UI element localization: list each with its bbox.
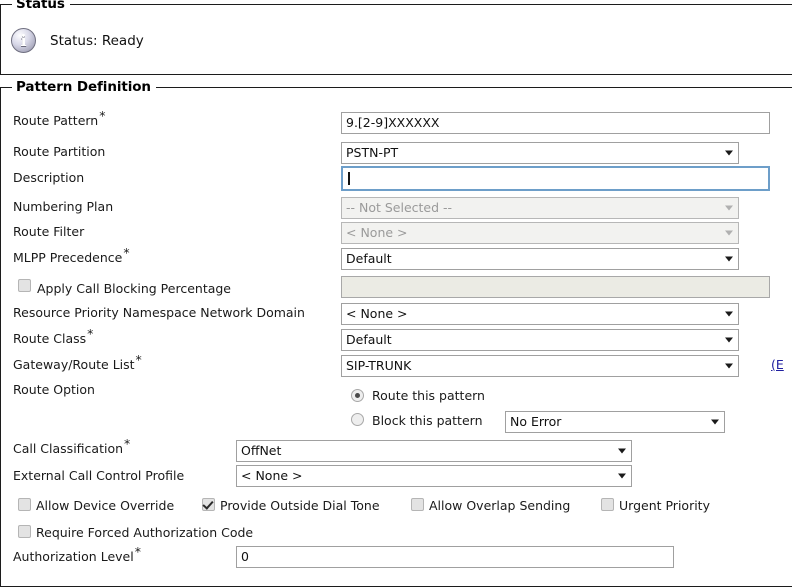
gateway-route-list-value: SIP-TRUNK bbox=[346, 358, 412, 373]
gateway-route-list-select[interactable]: SIP-TRUNK bbox=[341, 355, 739, 377]
info-icon: i bbox=[11, 28, 36, 53]
resource-priority-namespace-value: < None > bbox=[346, 306, 408, 321]
route-pattern-label: Route Pattern* bbox=[13, 107, 106, 128]
block-reason-value: No Error bbox=[510, 414, 562, 429]
require-forced-authorization-code-label: Require Forced Authorization Code bbox=[36, 525, 254, 540]
numbering-plan-value: -- Not Selected -- bbox=[346, 200, 453, 215]
route-pattern-input[interactable]: 9.[2-9]XXXXXX bbox=[341, 112, 770, 134]
chevron-down-icon bbox=[725, 337, 733, 343]
allow-device-override-label: Allow Device Override bbox=[36, 498, 175, 513]
allow-device-override-checkbox[interactable] bbox=[18, 498, 31, 511]
urgent-priority-checkbox[interactable] bbox=[601, 498, 614, 511]
numbering-plan-select[interactable]: -- Not Selected -- bbox=[341, 197, 739, 219]
route-filter-select[interactable]: < None > bbox=[341, 222, 739, 244]
apply-call-blocking-percentage-checkbox[interactable] bbox=[18, 279, 31, 292]
call-classification-label: Call Classification* bbox=[13, 435, 131, 456]
status-legend: Status bbox=[12, 0, 70, 12]
description-label: Description bbox=[13, 170, 85, 185]
allow-overlap-sending-label: Allow Overlap Sending bbox=[429, 498, 571, 513]
route-partition-label: Route Partition bbox=[13, 144, 106, 159]
required-marker: * bbox=[135, 351, 142, 367]
required-marker: * bbox=[99, 107, 106, 123]
required-marker: * bbox=[87, 325, 94, 341]
chevron-down-icon bbox=[725, 311, 733, 317]
urgent-priority-label: Urgent Priority bbox=[619, 498, 710, 513]
chevron-down-icon bbox=[725, 230, 733, 236]
route-class-label: Route Class* bbox=[13, 325, 94, 346]
chevron-down-icon bbox=[618, 448, 626, 454]
block-this-pattern-label: Block this pattern bbox=[372, 413, 483, 428]
call-classification-select[interactable]: OffNet bbox=[236, 440, 632, 462]
block-this-pattern-radio[interactable] bbox=[351, 413, 364, 426]
mlpp-precedence-label: MLPP Precedence* bbox=[13, 244, 130, 265]
route-option-label: Route Option bbox=[13, 382, 95, 397]
chevron-down-icon bbox=[725, 363, 733, 369]
required-marker: * bbox=[134, 543, 141, 559]
chevron-down-icon bbox=[725, 205, 733, 211]
status-section: Status i Status: Ready bbox=[0, 0, 792, 75]
pattern-definition-legend: Pattern Definition bbox=[12, 79, 156, 95]
description-input[interactable] bbox=[341, 166, 770, 191]
mlpp-precedence-value: Default bbox=[346, 251, 392, 266]
external-call-control-profile-label: External Call Control Profile bbox=[13, 468, 185, 483]
route-this-pattern-radio[interactable] bbox=[351, 389, 364, 402]
authorization-level-input[interactable]: 0 bbox=[236, 546, 674, 568]
route-filter-value: < None > bbox=[346, 225, 408, 240]
external-call-control-profile-value: < None > bbox=[241, 468, 303, 483]
required-marker: * bbox=[124, 435, 131, 451]
allow-overlap-sending-checkbox[interactable] bbox=[411, 498, 424, 511]
provide-outside-dial-tone-checkbox[interactable] bbox=[202, 498, 215, 511]
route-partition-select[interactable]: PSTN-PT bbox=[341, 142, 739, 164]
route-this-pattern-label: Route this pattern bbox=[372, 388, 485, 403]
route-class-select[interactable]: Default bbox=[341, 329, 739, 351]
chevron-down-icon bbox=[711, 419, 719, 425]
route-partition-value: PSTN-PT bbox=[346, 145, 399, 160]
status-message: Status: Ready bbox=[50, 32, 144, 49]
chevron-down-icon bbox=[725, 256, 733, 262]
gateway-route-list-edit-link[interactable]: (E bbox=[771, 357, 784, 372]
route-filter-label: Route Filter bbox=[13, 224, 85, 239]
mlpp-precedence-select[interactable]: Default bbox=[341, 248, 739, 270]
call-blocking-percentage-input[interactable] bbox=[341, 276, 770, 298]
numbering-plan-label: Numbering Plan bbox=[13, 199, 114, 214]
require-forced-authorization-code-checkbox[interactable] bbox=[18, 525, 31, 538]
provide-outside-dial-tone-label: Provide Outside Dial Tone bbox=[220, 498, 380, 513]
resource-priority-namespace-label: Resource Priority Namespace Network Doma… bbox=[13, 305, 305, 320]
chevron-down-icon bbox=[725, 150, 733, 156]
apply-call-blocking-percentage-label: Apply Call Blocking Percentage bbox=[37, 281, 232, 296]
call-classification-value: OffNet bbox=[241, 443, 282, 458]
required-marker: * bbox=[123, 244, 130, 260]
gateway-route-list-label: Gateway/Route List* bbox=[13, 351, 142, 372]
external-call-control-profile-select[interactable]: < None > bbox=[236, 465, 632, 487]
chevron-down-icon bbox=[618, 473, 626, 479]
resource-priority-namespace-select[interactable]: < None > bbox=[341, 303, 739, 325]
route-class-value: Default bbox=[346, 332, 392, 347]
status-row: i Status: Ready bbox=[11, 28, 144, 53]
authorization-level-label: Authorization Level* bbox=[13, 543, 141, 564]
text-caret bbox=[348, 172, 350, 185]
block-reason-select[interactable]: No Error bbox=[505, 411, 725, 433]
